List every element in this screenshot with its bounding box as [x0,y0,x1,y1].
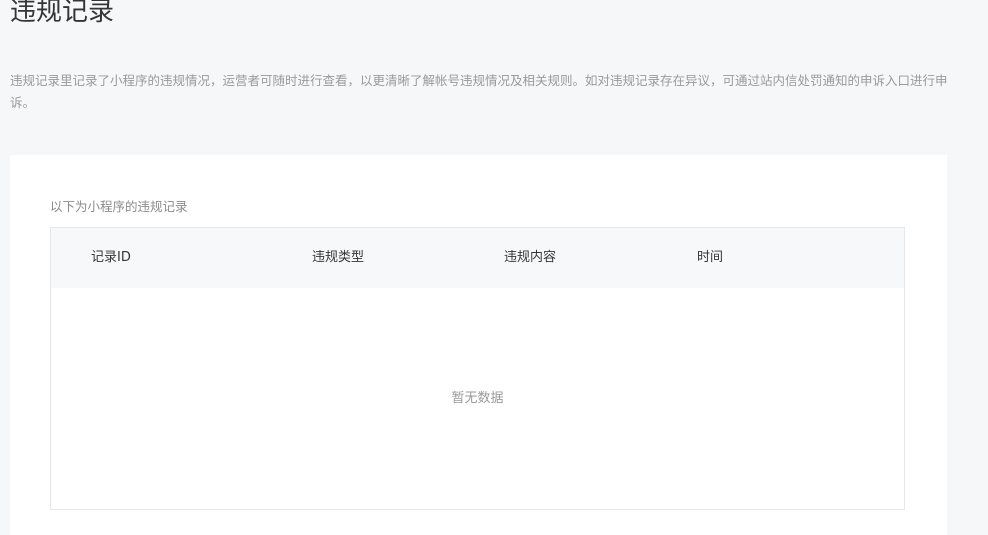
page-title: 违规记录 [10,0,115,27]
records-table: 记录ID 违规类型 违规内容 时间 暂无数据 [50,227,905,510]
records-card: 以下为小程序的违规记录 记录ID 违规类型 违规内容 时间 暂无数据 [10,155,947,535]
table-header: 记录ID 违规类型 违规内容 时间 [51,228,904,288]
column-header-record-id: 记录ID [91,250,131,265]
records-subtitle: 以下为小程序的违规记录 [50,199,188,214]
column-header-violation-type: 违规类型 [312,250,365,265]
page-description: 违规记录里记录了小程序的违规情况，运营者可随时进行查看，以更清晰了解帐号违规情况… [10,73,948,110]
empty-state-text: 暂无数据 [451,391,504,406]
column-header-violation-content: 违规内容 [504,250,557,265]
column-header-time: 时间 [697,250,724,265]
